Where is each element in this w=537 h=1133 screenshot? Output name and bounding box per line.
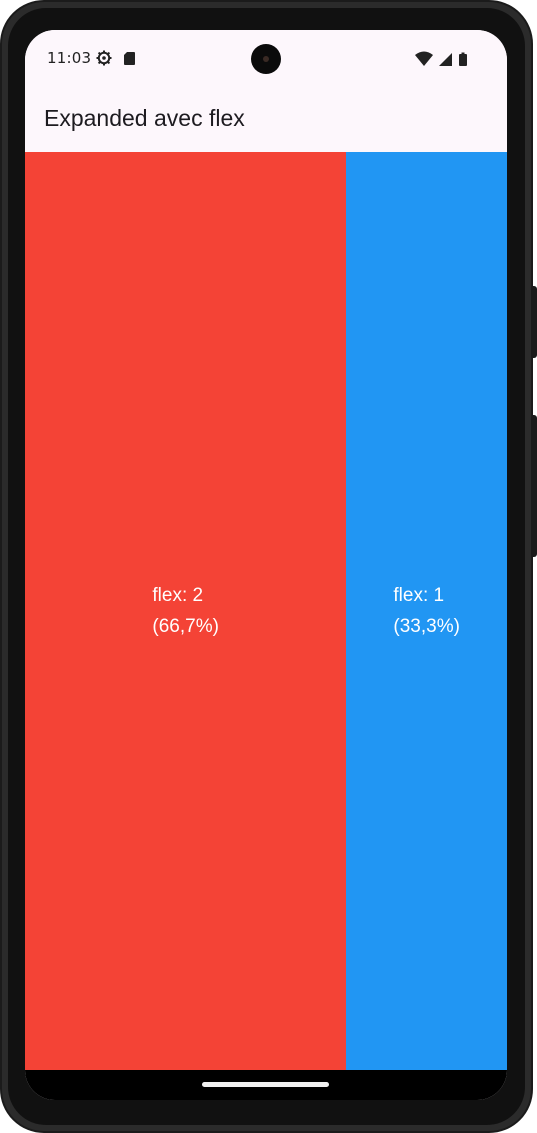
- sd-card-icon: [124, 52, 135, 65]
- gear-icon: [96, 50, 112, 66]
- flex-box-red-text: flex: 2 (66,7%): [152, 580, 219, 642]
- flex-box-blue-text: flex: 1 (33,3%): [393, 580, 460, 642]
- signal-icon: [439, 53, 452, 66]
- status-time: 11:03: [47, 49, 92, 67]
- flex-box-blue: flex: 1 (33,3%): [346, 152, 507, 1070]
- front-camera: [251, 44, 281, 74]
- power-button: [531, 286, 537, 358]
- flex-box-blue-label: flex: 1: [393, 585, 445, 606]
- flex-box-blue-percent: (33,3%): [393, 616, 460, 637]
- flex-box-red-percent: (66,7%): [152, 616, 219, 637]
- flex-box-red-label: flex: 2: [152, 585, 204, 606]
- app-bar: Expanded avec flex: [25, 86, 507, 152]
- wifi-icon: [415, 51, 433, 66]
- phone-screen: 11:03 Expanded avec flex flex: 2 (66,7%)…: [25, 30, 507, 1100]
- status-right-icons: [415, 51, 467, 66]
- navigation-bar: [25, 1070, 507, 1100]
- flex-box-red: flex: 2 (66,7%): [25, 152, 347, 1070]
- page-title: Expanded avec flex: [44, 105, 245, 131]
- status-bar: 11:03: [25, 30, 507, 86]
- flex-row: flex: 2 (66,7%) flex: 1 (33,3%): [25, 152, 507, 1070]
- volume-button: [531, 415, 537, 557]
- battery-icon: [459, 52, 467, 66]
- home-gesture-handle[interactable]: [202, 1082, 329, 1087]
